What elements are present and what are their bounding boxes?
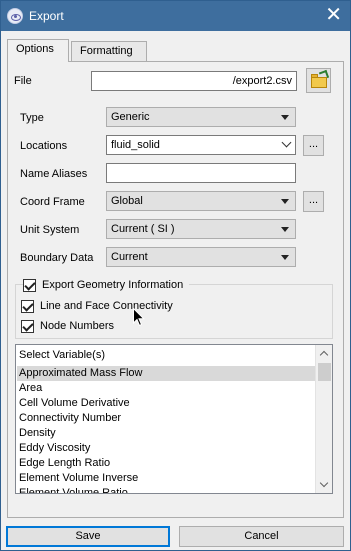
variables-list: Approximated Mass Flow Area Cell Volume … — [17, 366, 315, 493]
type-label: Type — [20, 112, 44, 124]
mouse-cursor-icon — [133, 308, 145, 327]
dropdown-arrow-icon — [281, 199, 289, 204]
locations-browse-button[interactable]: ... — [303, 135, 324, 156]
unit-system-select[interactable]: Current ( SI ) — [106, 219, 296, 239]
cancel-button[interactable]: Cancel — [179, 526, 344, 547]
title-bar[interactable]: Export ✕ — [1, 1, 350, 31]
variables-list-header: Select Variable(s) — [19, 349, 105, 361]
tab-options[interactable]: Options — [7, 39, 69, 62]
coord-frame-browse-button[interactable]: ... — [303, 191, 324, 212]
boundary-data-label: Boundary Data — [20, 252, 94, 264]
variable-item[interactable]: Approximated Mass Flow — [17, 366, 315, 381]
boundary-data-select[interactable]: Current — [106, 247, 296, 267]
export-geometry-label: Export Geometry Information — [42, 279, 184, 291]
export-dialog: Export ✕ Options Formatting File /export… — [0, 0, 351, 551]
app-eye-icon — [7, 8, 23, 24]
node-numbers-label: Node Numbers — [40, 320, 114, 332]
coord-frame-value: Global — [111, 195, 143, 207]
unit-system-label: Unit System — [20, 224, 80, 236]
dropdown-arrow-icon — [281, 255, 289, 260]
locations-label: Locations — [20, 140, 68, 152]
export-geometry-checkbox[interactable] — [23, 279, 36, 292]
variable-item[interactable]: Element Volume Ratio — [17, 486, 315, 493]
variable-item[interactable]: Density — [17, 426, 315, 441]
coord-frame-select[interactable]: Global — [106, 191, 296, 211]
boundary-data-value: Current — [111, 251, 148, 263]
scroll-down-icon[interactable] — [319, 478, 329, 488]
name-aliases-input[interactable] — [106, 163, 296, 183]
window-title: Export — [29, 9, 64, 23]
variable-item[interactable]: Element Volume Inverse — [17, 471, 315, 486]
tab-formatting[interactable]: Formatting — [71, 41, 147, 61]
locations-value: fluid_solid — [111, 139, 160, 151]
type-value: Generic — [111, 111, 150, 123]
close-icon[interactable]: ✕ — [325, 4, 342, 26]
variable-item[interactable]: Area — [17, 381, 315, 396]
unit-system-value: Current ( SI ) — [111, 223, 175, 235]
file-path-field[interactable]: /export2.csv — [91, 71, 297, 91]
dropdown-arrow-icon — [281, 227, 289, 232]
variable-item[interactable]: Connectivity Number — [17, 411, 315, 426]
dropdown-arrow-icon — [281, 115, 289, 120]
file-label: File — [14, 75, 32, 87]
type-select[interactable]: Generic — [106, 107, 296, 127]
scrollbar-thumb[interactable] — [318, 363, 331, 381]
variables-scrollbar[interactable] — [315, 345, 332, 493]
coord-frame-label: Coord Frame — [20, 196, 85, 208]
line-face-connectivity-checkbox[interactable] — [21, 300, 34, 313]
variables-listbox[interactable]: Select Variable(s) Approximated Mass Flo… — [15, 344, 333, 494]
name-aliases-label: Name Aliases — [20, 168, 88, 180]
line-face-connectivity-option[interactable]: Line and Face Connectivity — [21, 299, 201, 315]
export-geometry-option[interactable]: Export Geometry Information — [23, 278, 189, 294]
line-face-connectivity-label: Line and Face Connectivity — [40, 300, 173, 312]
save-button[interactable]: Save — [6, 526, 170, 547]
scroll-up-icon[interactable] — [319, 350, 329, 360]
variable-item[interactable]: Edge Length Ratio — [17, 456, 315, 471]
browse-file-button[interactable] — [306, 68, 331, 93]
chevron-down-icon — [281, 137, 292, 148]
variable-item[interactable]: Cell Volume Derivative — [17, 396, 315, 411]
variable-item[interactable]: Eddy Viscosity — [17, 441, 315, 456]
node-numbers-option[interactable]: Node Numbers — [21, 319, 141, 335]
node-numbers-checkbox[interactable] — [21, 320, 34, 333]
locations-select[interactable]: fluid_solid — [106, 135, 296, 155]
